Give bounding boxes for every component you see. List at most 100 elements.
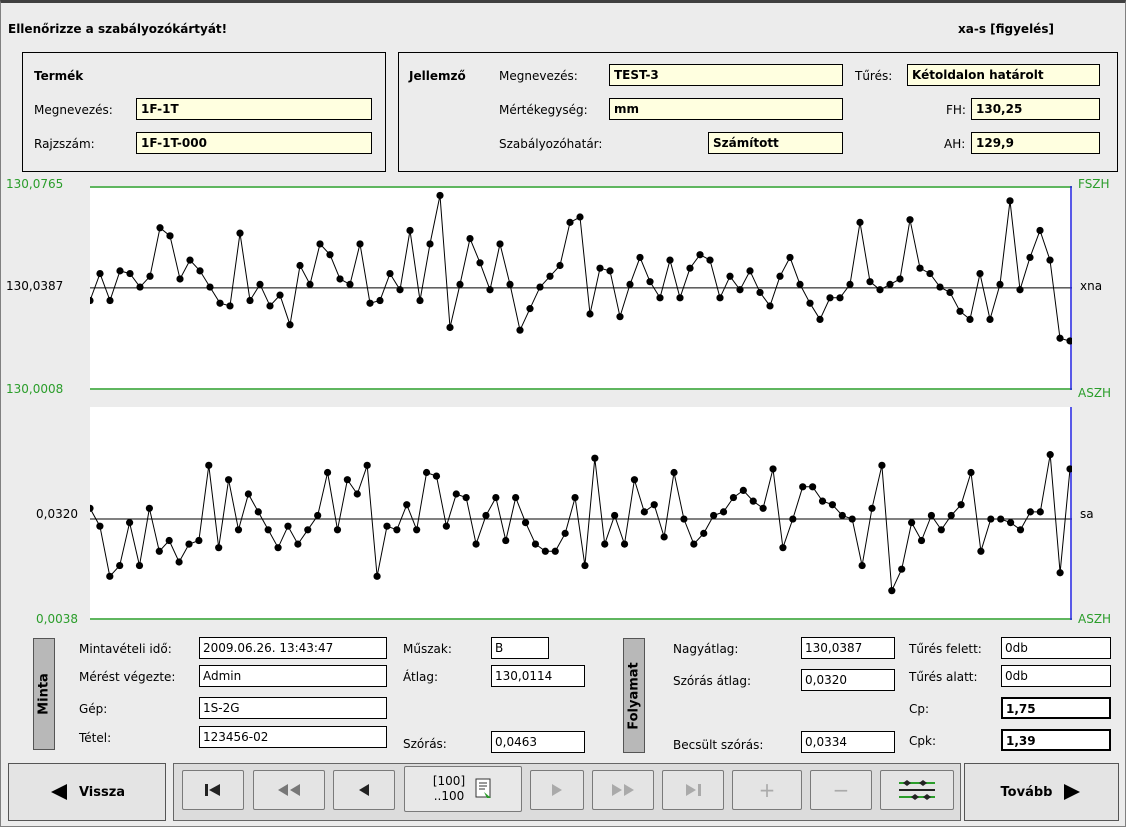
next-button[interactable]	[530, 770, 584, 810]
data-point	[135, 561, 144, 570]
data-point	[858, 561, 866, 570]
first-record-button[interactable]	[182, 770, 244, 810]
data-point	[947, 511, 955, 520]
data-point	[452, 490, 460, 498]
data-point	[967, 468, 975, 477]
data-point	[936, 283, 944, 291]
data-point	[432, 472, 441, 480]
data-point	[422, 468, 431, 477]
data-point	[541, 547, 549, 555]
fast-forward-icon	[612, 784, 634, 796]
data-point	[96, 522, 104, 530]
data-point	[926, 269, 934, 278]
data-point	[106, 572, 114, 580]
data-point	[156, 224, 164, 232]
fast-forward-button[interactable]	[592, 770, 654, 810]
char-unit-label: Mértékegység:	[499, 103, 588, 117]
data-point	[1046, 451, 1054, 459]
remove-button[interactable]: −	[810, 770, 872, 810]
data-point	[561, 529, 569, 537]
char-name-label: Megnevezés:	[499, 69, 578, 83]
data-point	[700, 529, 708, 537]
record-counter[interactable]: [100] ..100	[404, 766, 522, 812]
data-point	[90, 504, 94, 512]
settings-button[interactable]	[880, 770, 954, 810]
over-tol-label: Tűrés felett:	[909, 642, 982, 656]
data-point	[746, 267, 754, 275]
data-point	[591, 454, 599, 462]
data-point	[413, 526, 421, 534]
data-point	[462, 493, 470, 502]
ah-field: 129,9	[971, 132, 1100, 154]
next-page-button[interactable]: Tovább	[964, 763, 1119, 821]
data-point	[186, 256, 194, 264]
data-point	[766, 302, 774, 310]
previous-icon	[359, 784, 369, 796]
data-point	[316, 240, 324, 248]
data-point	[1066, 337, 1072, 345]
data-point	[670, 468, 678, 477]
data-point	[521, 519, 530, 527]
characteristic-panel: Jellemző Megnevezés: TEST-3 Mértékegység…	[398, 52, 1118, 172]
data-point	[306, 280, 314, 288]
data-point	[166, 232, 174, 240]
skip-last-icon	[686, 784, 701, 796]
data-point	[125, 519, 134, 527]
data-point	[650, 501, 658, 509]
data-point	[254, 508, 262, 516]
data-point	[136, 283, 144, 291]
ah-label: AH:	[944, 137, 966, 151]
back-button[interactable]: Vissza	[8, 763, 166, 821]
previous-button[interactable]	[333, 770, 395, 810]
shift-field: B	[491, 637, 549, 659]
data-point	[436, 191, 444, 200]
product-drawing-label: Rajzszám:	[34, 137, 95, 151]
data-point	[878, 461, 886, 469]
est-std-label: Becsült szórás:	[673, 738, 764, 752]
data-point	[696, 251, 704, 259]
last-record-button[interactable]	[662, 770, 724, 810]
data-point	[809, 483, 817, 491]
data-point	[482, 511, 490, 520]
s-mid-label: 0,0320	[36, 507, 78, 521]
data-point	[304, 526, 312, 534]
data-point	[719, 508, 728, 516]
data-point	[416, 296, 424, 305]
minus-icon: −	[832, 778, 850, 802]
data-point	[323, 468, 332, 477]
data-point	[353, 490, 361, 498]
data-point	[1007, 519, 1015, 527]
series-line	[90, 454, 1071, 593]
data-point	[226, 302, 234, 310]
data-point	[626, 280, 634, 288]
product-drawing-field: 1F-1T-000	[136, 132, 372, 154]
data-point	[1006, 197, 1014, 205]
data-point	[977, 547, 985, 555]
next-icon	[552, 784, 562, 796]
plus-icon: +	[758, 778, 776, 802]
data-point	[601, 540, 609, 548]
product-heading: Termék	[34, 69, 84, 83]
data-point	[256, 280, 264, 288]
data-point	[393, 526, 401, 534]
data-point	[656, 294, 664, 302]
data-point	[1026, 253, 1034, 262]
data-point	[506, 280, 514, 288]
data-point	[556, 261, 564, 270]
data-point	[826, 294, 834, 302]
add-button[interactable]: +	[732, 770, 802, 810]
operator-label: Mérést végezte:	[79, 670, 176, 684]
arrow-right-icon	[1064, 784, 1081, 800]
data-point	[566, 218, 574, 226]
data-point	[373, 572, 381, 580]
data-point	[536, 283, 544, 291]
rewind-button[interactable]	[253, 770, 325, 810]
mode-label: xa-s [figyelés]	[958, 22, 1054, 36]
data-point	[640, 508, 648, 516]
data-point	[246, 296, 254, 305]
data-point	[806, 299, 814, 307]
data-point	[516, 326, 524, 334]
data-point	[966, 315, 974, 323]
grand-mean-label: Nagyátlag:	[673, 642, 739, 656]
xbar-chart	[90, 186, 1072, 390]
